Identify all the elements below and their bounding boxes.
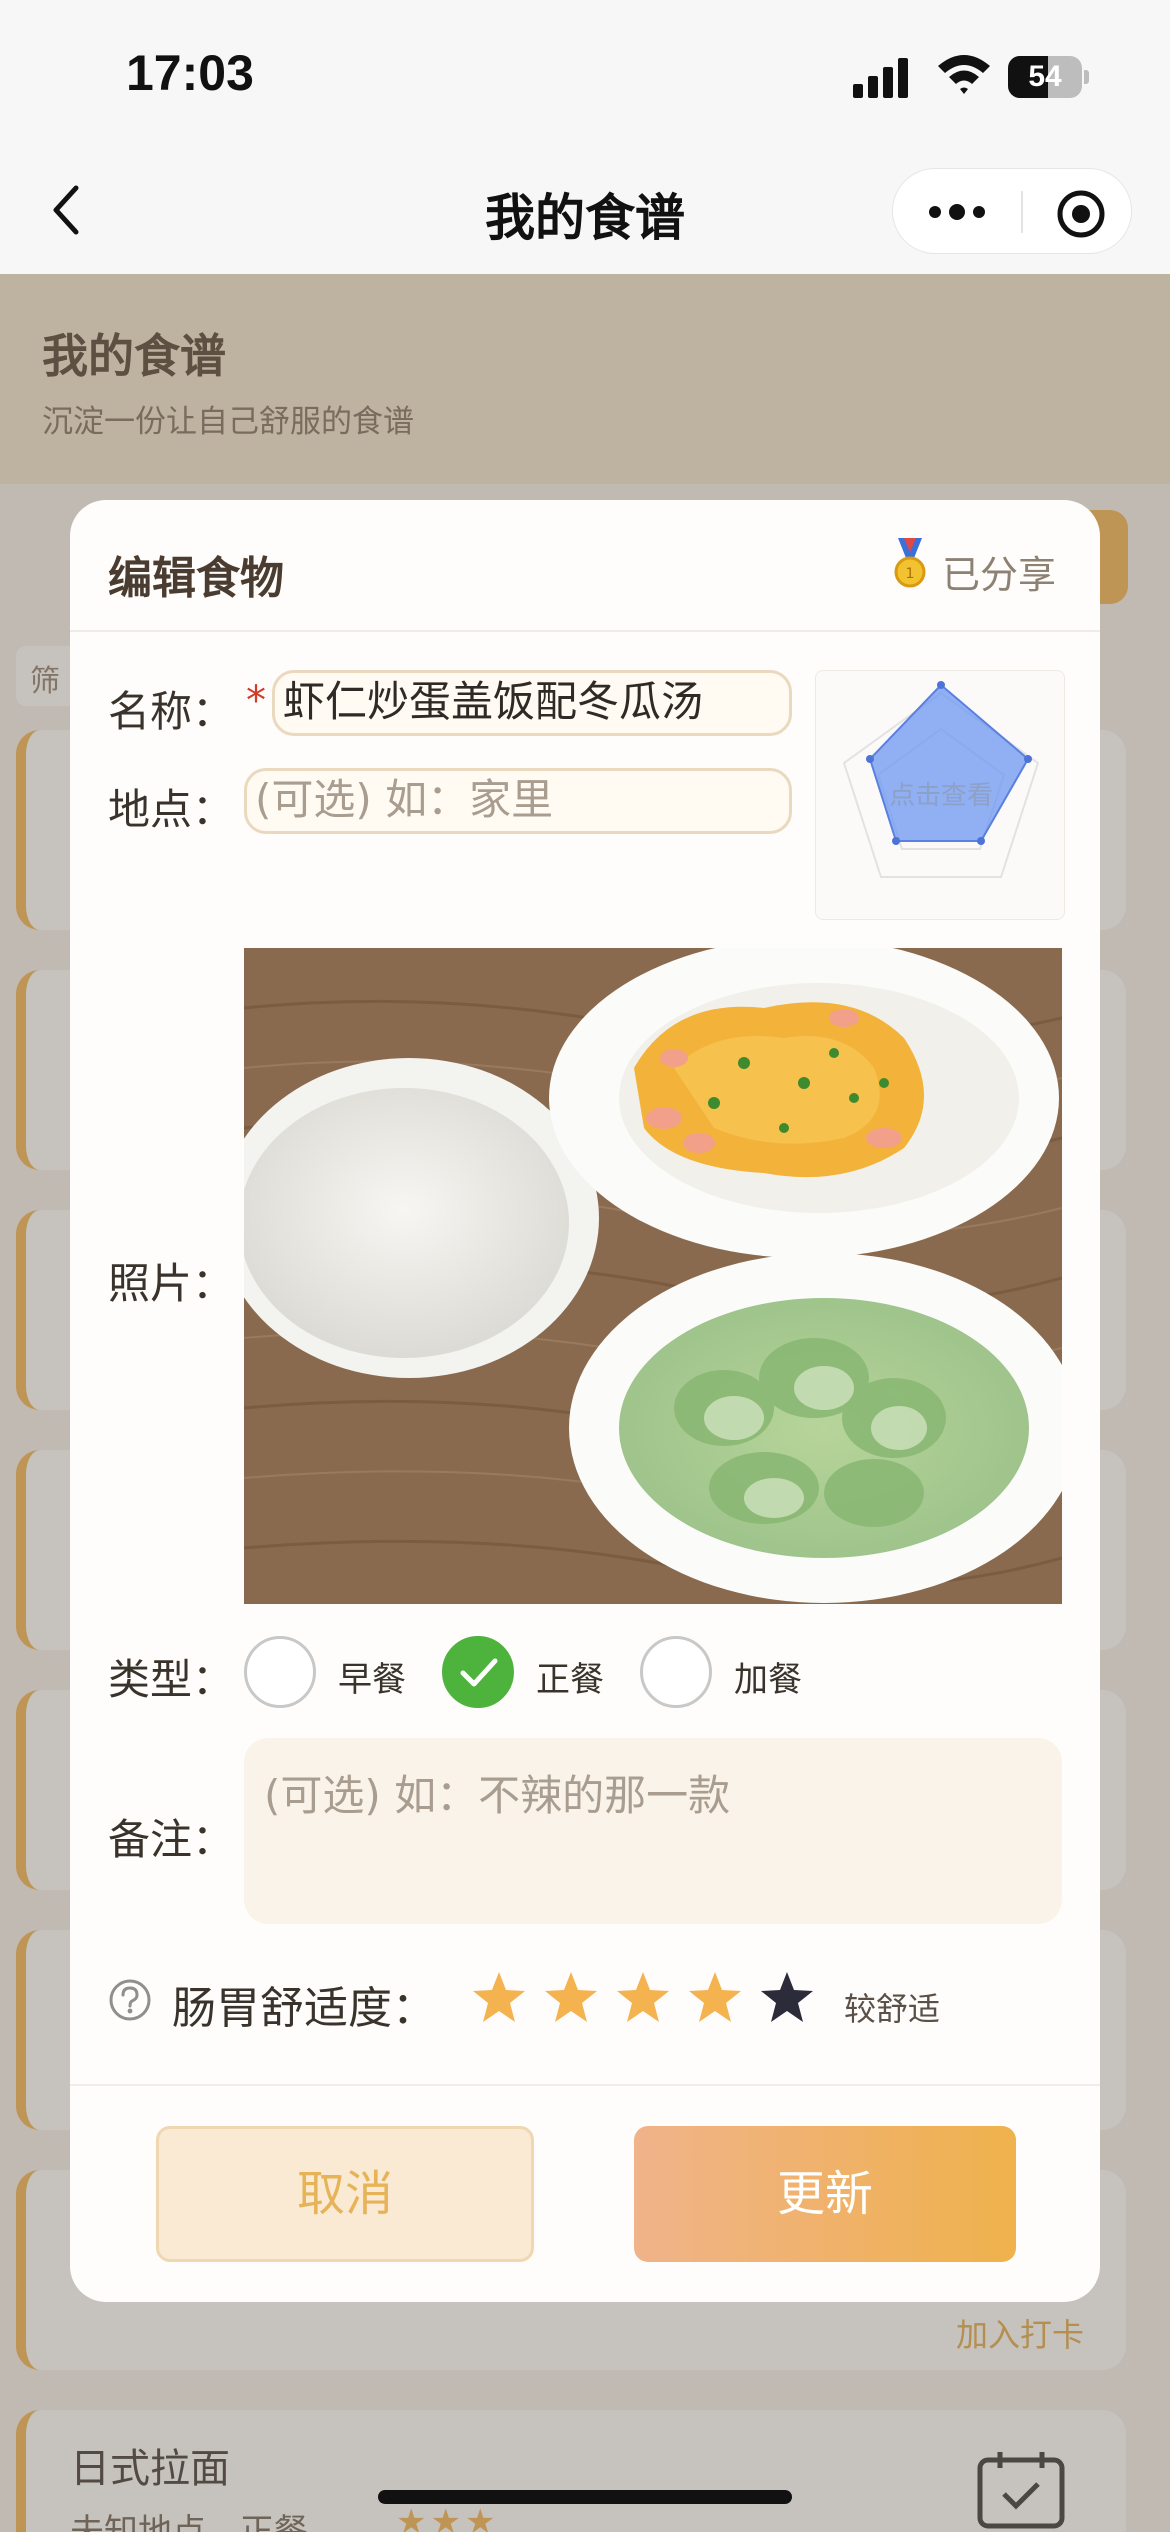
required-mark: * xyxy=(246,678,266,724)
miniprogram-capsule xyxy=(892,168,1132,254)
wifi-icon xyxy=(938,55,990,94)
food-photo[interactable] xyxy=(244,948,1062,1604)
food-photo-image xyxy=(244,948,1062,1604)
dialog-title: 编辑食物 xyxy=(108,553,284,604)
type-option-label: 加餐 xyxy=(734,1660,802,1700)
nutrition-radar-chart[interactable]: 点击查看 xyxy=(815,670,1065,920)
note-textarea[interactable]: (可选) 如：不辣的那一款 xyxy=(244,1738,1062,1924)
nav-bar: 我的食谱 xyxy=(0,150,1170,274)
battery-level-text: 54 xyxy=(1028,60,1062,93)
close-target-icon[interactable] xyxy=(1056,189,1106,239)
checkmark-icon xyxy=(460,1658,498,1687)
cellular-signal-icon xyxy=(853,58,908,98)
type-option-label: 早餐 xyxy=(338,1660,406,1700)
battery-icon: 54 xyxy=(1008,56,1089,98)
type-radio-meal[interactable] xyxy=(442,1636,514,1708)
help-question-icon[interactable] xyxy=(108,1978,152,2022)
more-dots-icon[interactable] xyxy=(927,199,987,225)
type-radio-breakfast[interactable] xyxy=(244,1636,316,1708)
name-label: 名称： xyxy=(108,687,235,736)
star-filled-icon[interactable] xyxy=(686,1970,744,2026)
note-placeholder: (可选) 如：不辣的那一款 xyxy=(264,1771,731,1820)
photo-label: 照片： xyxy=(108,1259,235,1308)
star-empty-icon[interactable] xyxy=(758,1970,816,2026)
type-radio-snack[interactable] xyxy=(640,1636,712,1708)
status-time: 17:03 xyxy=(126,45,254,101)
type-label: 类型： xyxy=(108,1655,235,1704)
dialog-header: 编辑食物 1 已分享 xyxy=(70,500,1100,632)
name-input[interactable]: 虾仁炒蛋盖饭配冬瓜汤 xyxy=(272,670,792,736)
edit-food-dialog: 编辑食物 1 已分享 名称： * 虾仁炒蛋盖饭配冬瓜汤 地点： (可选) 如：家… xyxy=(70,500,1100,2302)
star-filled-icon[interactable] xyxy=(614,1970,672,2026)
shared-status[interactable]: 已分享 xyxy=(942,544,1056,599)
star-filled-icon[interactable] xyxy=(470,1970,528,2026)
update-button[interactable]: 更新 xyxy=(634,2126,1016,2262)
star-filled-icon[interactable] xyxy=(542,1970,600,2026)
home-indicator xyxy=(378,2490,792,2504)
type-option-label: 正餐 xyxy=(536,1660,604,1700)
status-bar: 17:03 54 xyxy=(0,0,1170,150)
svg-text:1: 1 xyxy=(906,566,915,582)
medal-icon: 1 xyxy=(894,538,926,588)
comfort-text: 较舒适 xyxy=(844,1990,941,2028)
radar-hint: 点击查看 xyxy=(888,781,993,811)
location-input[interactable]: (可选) 如：家里 xyxy=(244,768,792,834)
location-label: 地点： xyxy=(108,785,235,834)
cancel-button[interactable]: 取消 xyxy=(156,2126,534,2262)
note-label: 备注： xyxy=(108,1815,235,1864)
comfort-label: 肠胃舒适度： xyxy=(172,1983,436,2034)
